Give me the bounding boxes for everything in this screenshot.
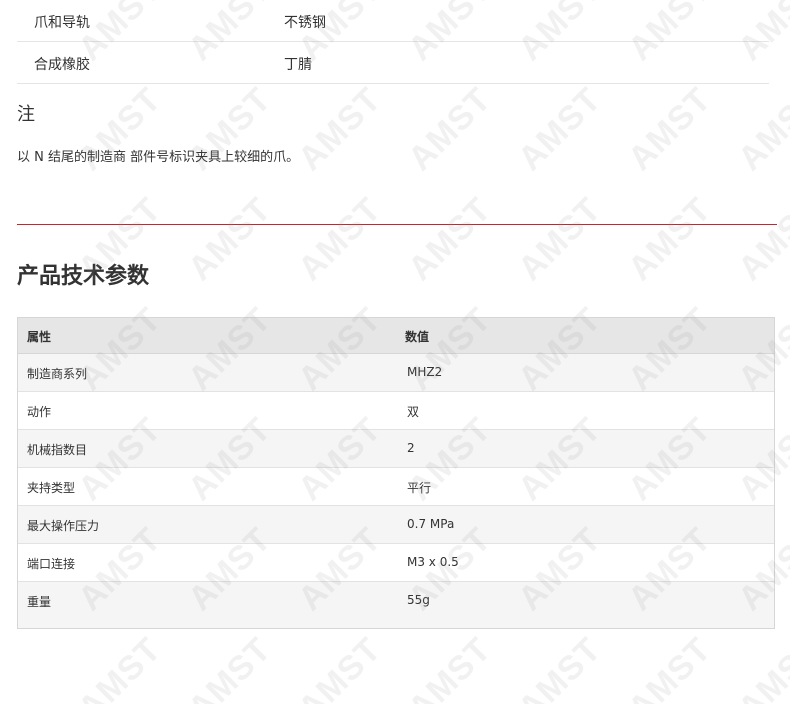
watermark-logo: AMST	[70, 630, 169, 704]
spec-attribute: 端口连接	[27, 557, 76, 571]
watermark-logo: AMST	[510, 190, 609, 289]
material-key: 合成橡胶	[34, 57, 90, 73]
specs-rows: 制造商系列 MHZ2 动作 双 机械指数目 2 夹持类型 平行 最大操作压力 0…	[18, 354, 774, 628]
table-row: 夹持类型 平行	[18, 468, 774, 506]
spec-attribute: 动作	[27, 405, 52, 419]
spec-attribute: 制造商系列	[27, 367, 88, 381]
header-attribute: 属性	[27, 330, 52, 344]
spec-value: 55g	[407, 593, 430, 607]
watermark-logo: AMST	[400, 190, 499, 289]
table-row: 爪和导轨 不锈钢	[17, 0, 769, 42]
spec-attribute: 夹持类型	[27, 481, 76, 495]
header-value: 数值	[405, 330, 430, 344]
spec-value: 2	[407, 441, 415, 455]
watermark-logo: AMST	[290, 80, 389, 179]
watermark-logo: AMST	[620, 630, 719, 704]
material-value: 丁腈	[284, 57, 312, 73]
section-divider	[17, 224, 777, 225]
table-row: 动作 双	[18, 392, 774, 430]
watermark-logo: AMST	[730, 80, 790, 179]
spec-attribute: 机械指数目	[27, 443, 88, 457]
specs-table-header: 属性 数值	[18, 318, 774, 354]
watermark-logo: AMST	[180, 630, 279, 704]
table-row: 合成橡胶 丁腈	[17, 42, 769, 84]
watermark-logo: AMST	[510, 80, 609, 179]
watermark-logo: AMST	[180, 190, 279, 289]
watermark-logo: AMST	[400, 80, 499, 179]
materials-table: 爪和导轨 不锈钢 合成橡胶 丁腈	[17, 0, 769, 84]
table-row: 重量 55g	[18, 582, 774, 628]
watermark-logo: AMST	[290, 630, 389, 704]
note-text: 以 N 结尾的制造商 部件号标识夹具上较细的爪。	[17, 150, 300, 165]
watermark-logo: AMST	[510, 630, 609, 704]
watermark-logo: AMST	[730, 190, 790, 289]
material-key: 爪和导轨	[34, 15, 90, 31]
spec-attribute: 重量	[27, 595, 52, 609]
watermark-logo: AMST	[290, 190, 389, 289]
watermark-logo: AMST	[620, 80, 719, 179]
spec-attribute: 最大操作压力	[27, 519, 100, 533]
table-row: 最大操作压力 0.7 MPa	[18, 506, 774, 544]
watermark-logo: AMST	[730, 630, 790, 704]
watermark-logo: AMST	[400, 630, 499, 704]
spec-value: 平行	[407, 481, 432, 495]
section-title: 产品技术参数	[17, 264, 150, 289]
spec-value: MHZ2	[407, 365, 443, 379]
material-value: 不锈钢	[284, 15, 326, 31]
spec-value: 双	[407, 405, 420, 419]
specs-table: 属性 数值 制造商系列 MHZ2 动作 双 机械指数目 2 夹持类型 平行 最大…	[17, 317, 775, 629]
spec-value: M3 x 0.5	[407, 555, 459, 569]
watermark-logo: AMST	[620, 190, 719, 289]
note-heading: 注	[17, 104, 35, 125]
spec-value: 0.7 MPa	[407, 517, 455, 531]
table-row: 制造商系列 MHZ2	[18, 354, 774, 392]
table-row: 机械指数目 2	[18, 430, 774, 468]
page: 爪和导轨 不锈钢 合成橡胶 丁腈 注 以 N 结尾的制造商 部件号标识夹具上较细…	[0, 0, 790, 704]
table-row: 端口连接 M3 x 0.5	[18, 544, 774, 582]
